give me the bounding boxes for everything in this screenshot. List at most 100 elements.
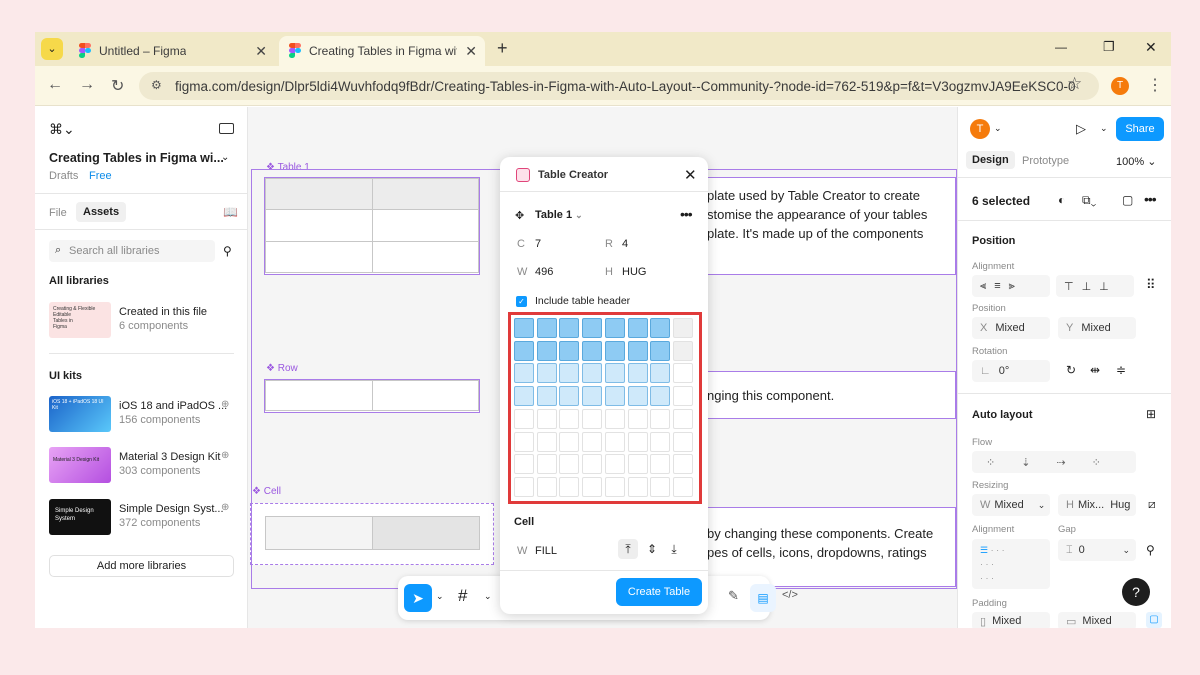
- table-size-grid[interactable]: [508, 312, 702, 504]
- more-options-icon[interactable]: •••: [680, 206, 693, 222]
- move-tool-icon[interactable]: ➤: [404, 584, 432, 612]
- grid-cell[interactable]: [627, 454, 648, 475]
- present-icon[interactable]: ▷: [1076, 121, 1086, 137]
- library-item-ios[interactable]: iOS 18 + iPadOS 18 UI Kit iOS 18 and iPa…: [49, 396, 239, 436]
- padding-vertical-input[interactable]: ▭ Mixed: [1058, 612, 1136, 628]
- tab-file[interactable]: File: [49, 207, 67, 219]
- grid-cell[interactable]: [650, 454, 671, 475]
- vertical-align-group[interactable]: ⊤⊥⊥: [1056, 275, 1134, 297]
- grid-cell[interactable]: [672, 454, 693, 475]
- grid-cell[interactable]: [559, 476, 580, 497]
- close-dialog-icon[interactable]: ✕: [684, 166, 697, 184]
- grid-cell[interactable]: [604, 318, 625, 338]
- grid-cell[interactable]: [650, 408, 671, 429]
- grid-cell[interactable]: [627, 408, 648, 429]
- grid-cell[interactable]: [582, 318, 603, 338]
- frame-tool-icon[interactable]: #: [458, 586, 467, 606]
- rotate-icon[interactable]: ↻: [1066, 363, 1076, 377]
- flip-vertical-icon[interactable]: ≑: [1116, 363, 1126, 377]
- clip-content-icon[interactable]: ⧄: [1148, 497, 1156, 512]
- align-bottom-icon[interactable]: ⤓: [664, 539, 684, 559]
- grid-cell[interactable]: [514, 476, 534, 497]
- grid-cell[interactable]: [627, 431, 648, 452]
- grid-cell[interactable]: [514, 386, 534, 407]
- tab-design[interactable]: Design: [966, 151, 1015, 169]
- grid-cell[interactable]: [650, 340, 671, 361]
- share-button[interactable]: Share: [1116, 117, 1164, 141]
- grid-cell[interactable]: [514, 454, 534, 475]
- grid-cell[interactable]: [650, 363, 671, 384]
- text-block-template[interactable]: plate used by Table Creator to create st…: [698, 177, 956, 275]
- columns-input[interactable]: 7: [535, 238, 541, 250]
- tab-creating-tables[interactable]: Creating Tables in Figma with A ✕: [279, 36, 485, 66]
- text-block-cell[interactable]: by changing these components. Create pes…: [698, 507, 956, 587]
- close-window-button[interactable]: ✕: [1145, 39, 1157, 56]
- grid-cell[interactable]: [582, 431, 603, 452]
- grid-cell[interactable]: [582, 340, 603, 361]
- close-tab-icon[interactable]: ✕: [255, 43, 267, 60]
- auto-layout-settings-icon[interactable]: ⊞: [1146, 407, 1156, 421]
- width-input[interactable]: 496: [535, 266, 553, 278]
- tab-search-button[interactable]: ⌄: [41, 38, 63, 60]
- grid-cell[interactable]: [536, 454, 557, 475]
- grid-cell[interactable]: [559, 431, 580, 452]
- new-tab-button[interactable]: +: [497, 38, 508, 59]
- grid-cell[interactable]: [582, 454, 603, 475]
- draw-tool-icon[interactable]: ✎: [728, 588, 739, 604]
- grid-cell[interactable]: [514, 431, 534, 452]
- grid-cell[interactable]: [627, 386, 648, 407]
- maximize-button[interactable]: ❐: [1103, 39, 1115, 55]
- table-component[interactable]: [264, 177, 480, 275]
- grid-cell[interactable]: [559, 386, 580, 407]
- tab-assets[interactable]: Assets: [76, 202, 127, 222]
- cell-frame-label[interactable]: ❖ Cell: [252, 486, 281, 497]
- move-tool-chevron-icon[interactable]: ⌄: [436, 591, 444, 602]
- search-input[interactable]: ⌕ Search all libraries: [49, 240, 215, 262]
- filter-icon[interactable]: ⚲: [223, 244, 232, 258]
- row-frame-label[interactable]: ❖ Row: [266, 363, 298, 374]
- grid-cell[interactable]: [559, 318, 580, 338]
- grid-cell[interactable]: [536, 408, 557, 429]
- library-item-material[interactable]: Material 3 Design Kit Material 3 Design …: [49, 447, 239, 487]
- row-component[interactable]: [264, 379, 480, 413]
- forward-icon[interactable]: →: [79, 76, 95, 94]
- grid-cell[interactable]: [536, 318, 557, 338]
- sidebar-toggle-icon[interactable]: [219, 123, 234, 134]
- cell-component[interactable]: [250, 503, 494, 565]
- include-header-checkbox[interactable]: ✓: [516, 296, 527, 307]
- height-input[interactable]: HUG: [622, 266, 646, 278]
- present-chevron-icon[interactable]: ⌄: [1100, 123, 1108, 134]
- grid-cell[interactable]: [604, 340, 625, 361]
- library-item-simple[interactable]: Simple Design System Simple Design Syst.…: [49, 499, 239, 539]
- grid-cell[interactable]: [672, 340, 693, 361]
- grid-cell[interactable]: [672, 363, 693, 384]
- grid-cell[interactable]: [514, 340, 534, 361]
- component-icon[interactable]: ◐: [1058, 193, 1065, 207]
- avatar-chevron-icon[interactable]: ⌄: [994, 123, 1002, 134]
- flip-horizontal-icon[interactable]: ⇹: [1090, 363, 1100, 377]
- gap-input[interactable]: ⌶ 0 ⌄: [1058, 539, 1136, 561]
- url-field[interactable]: ⚙ figma.com/design/Dlpr5ldi4Wuvhfodq9fBd…: [139, 72, 1099, 100]
- grid-cell[interactable]: [672, 431, 693, 452]
- cell-width-input[interactable]: FILL: [535, 545, 557, 557]
- plan-badge[interactable]: Free: [89, 170, 112, 182]
- plugins-tool-icon[interactable]: ▤: [750, 584, 776, 612]
- dev-mode-icon[interactable]: </>: [782, 589, 798, 601]
- help-button[interactable]: ?: [1122, 578, 1150, 606]
- add-libraries-button[interactable]: Add more libraries: [49, 555, 234, 577]
- align-top-icon[interactable]: ⤒: [618, 539, 638, 559]
- library-item-local[interactable]: Creating & Flexible Editable Tables in Figm…: [49, 302, 239, 342]
- resizing-height-select[interactable]: H Mix... Hug: [1058, 494, 1136, 516]
- grid-cell[interactable]: [559, 454, 580, 475]
- profile-avatar[interactable]: T: [1111, 77, 1129, 95]
- grid-cell[interactable]: [604, 454, 625, 475]
- grid-cell[interactable]: [650, 386, 671, 407]
- zoom-select[interactable]: 100% ⌄: [1116, 155, 1156, 168]
- grid-cell[interactable]: [650, 318, 671, 338]
- frame-tool-chevron-icon[interactable]: ⌄: [484, 591, 492, 602]
- grid-cell[interactable]: [604, 476, 625, 497]
- grid-cell[interactable]: [514, 318, 534, 338]
- grid-cell[interactable]: [650, 476, 671, 497]
- grid-cell[interactable]: [514, 363, 534, 384]
- rotation-input[interactable]: ∟ 0°: [972, 360, 1050, 382]
